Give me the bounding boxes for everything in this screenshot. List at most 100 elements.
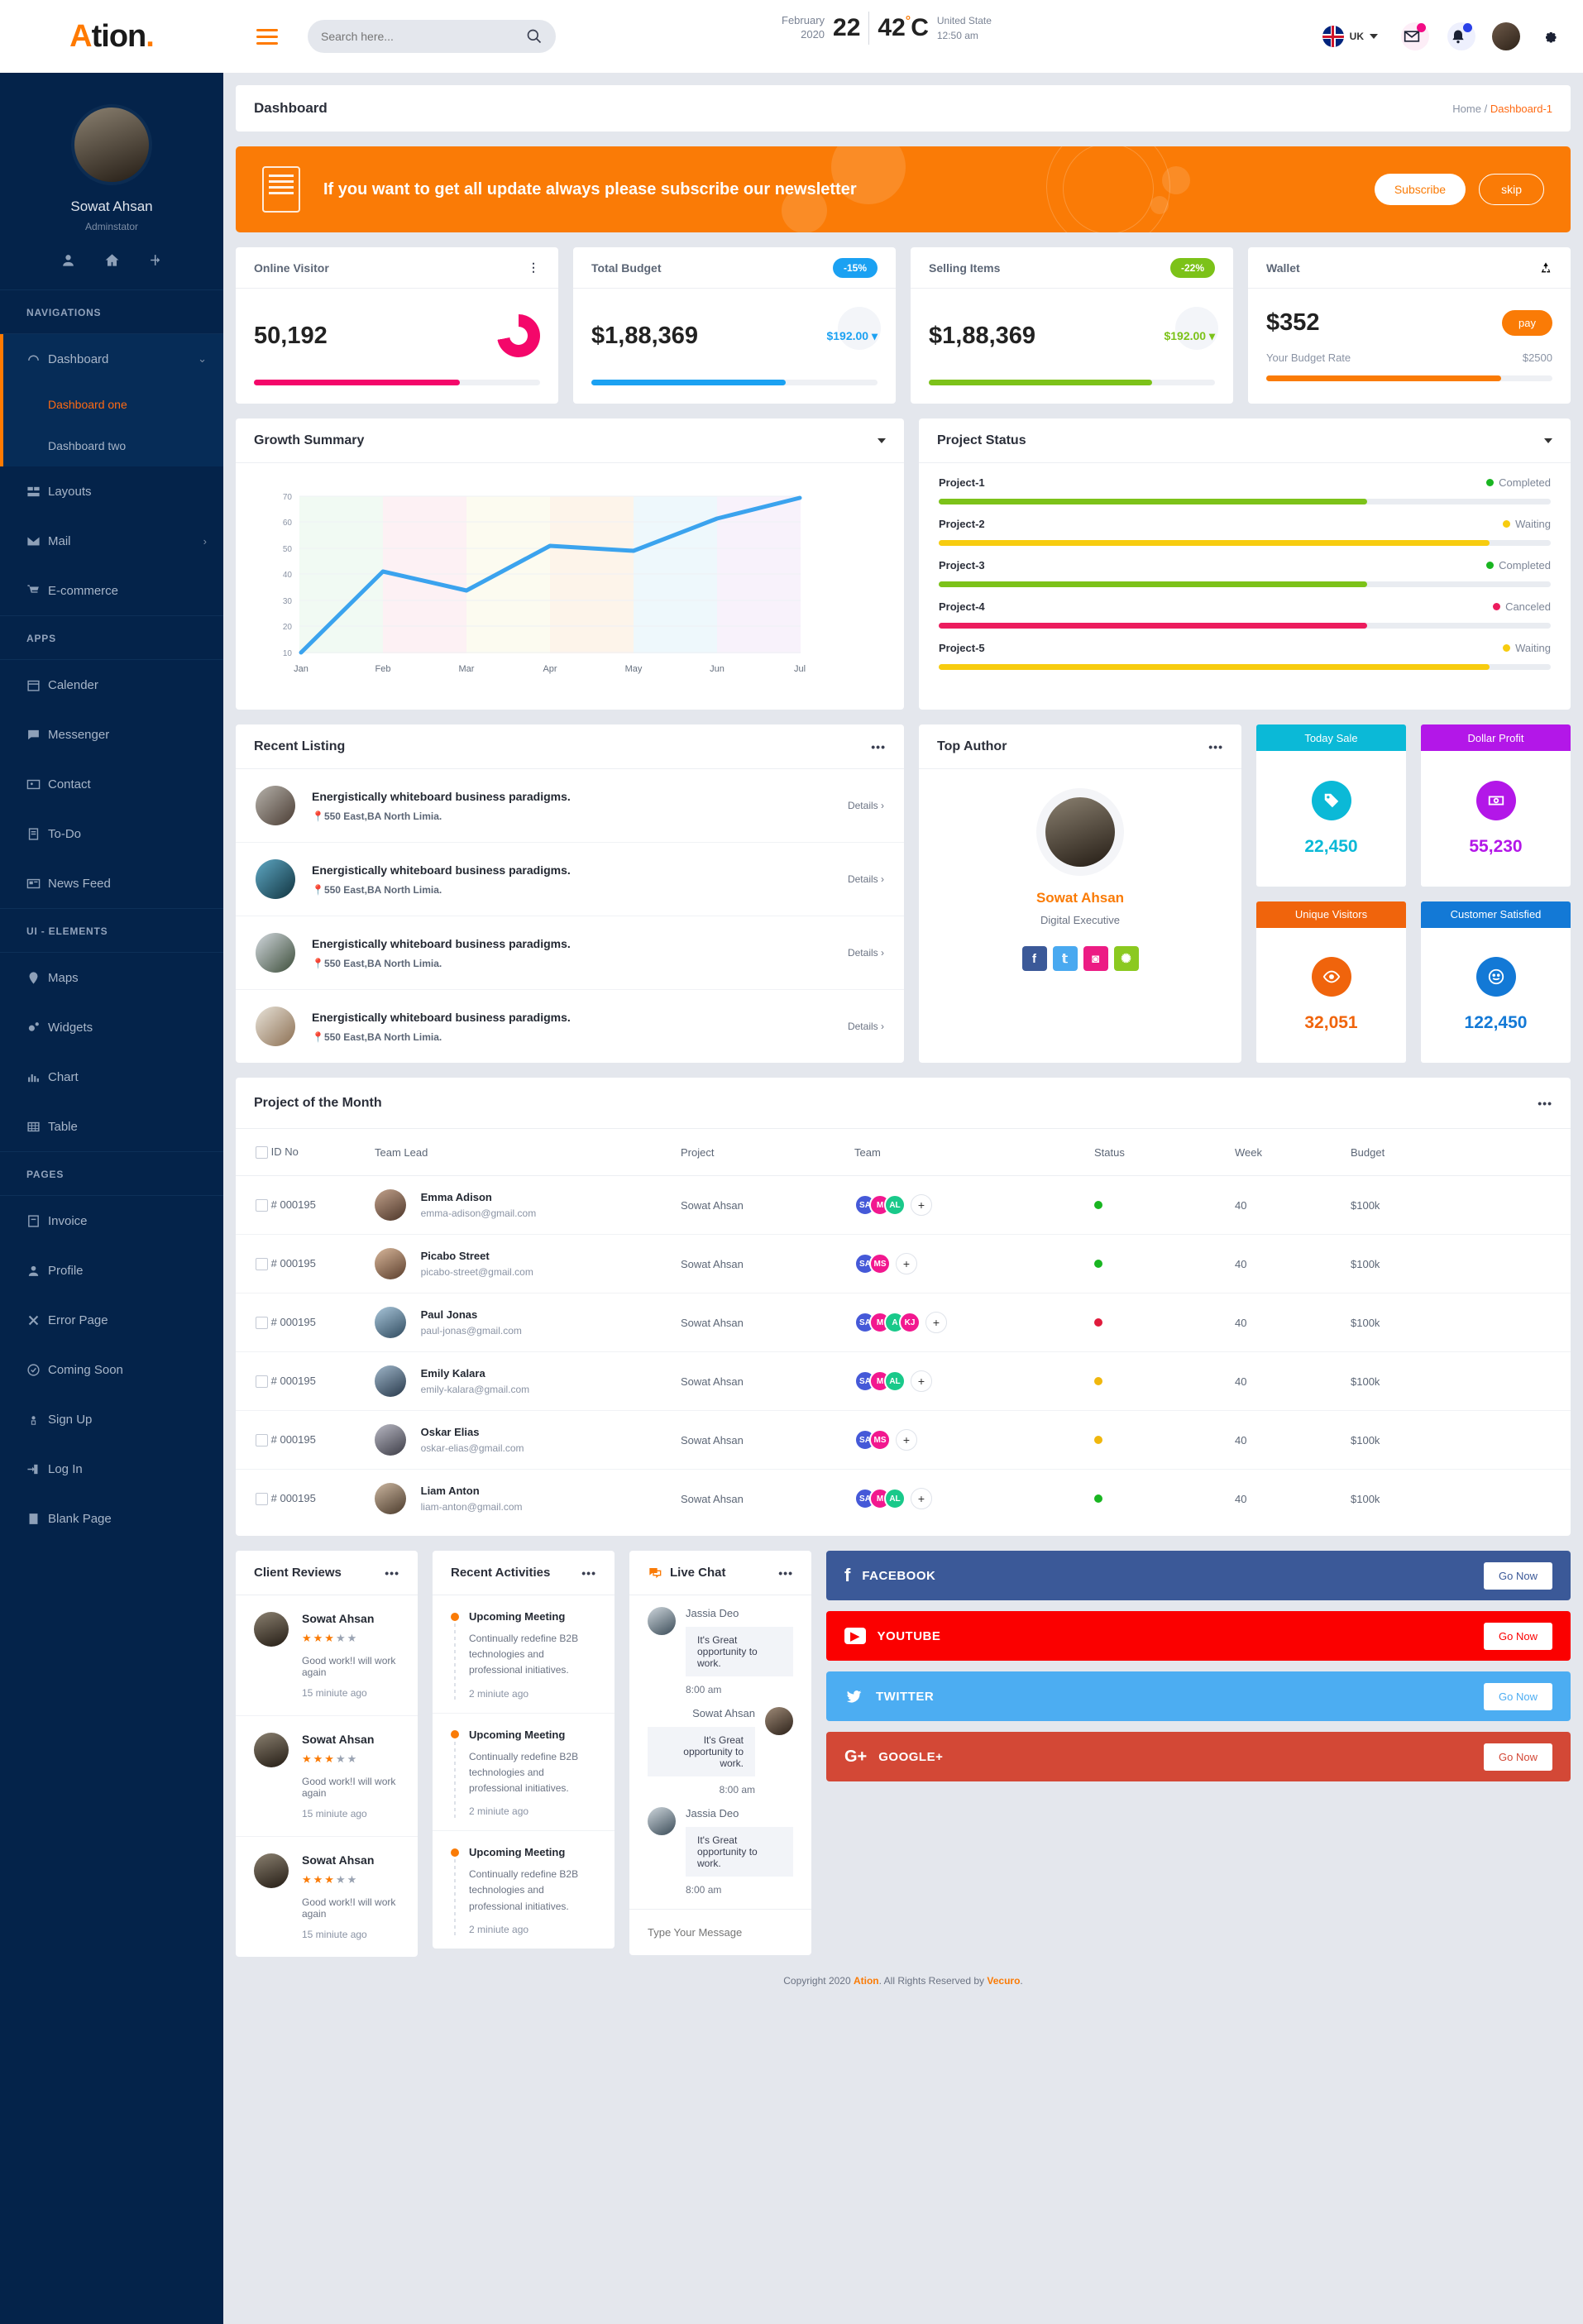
chat-message-input[interactable] <box>648 1926 793 1939</box>
sidebar-item-ecommerce[interactable]: E-commerce <box>0 566 223 615</box>
more-options-icon[interactable]: ••• <box>581 1566 596 1580</box>
skip-button[interactable]: skip <box>1479 174 1544 205</box>
stat-subvalue[interactable]: $192.00 ▾ <box>826 329 878 343</box>
sidebar-item-mail[interactable]: Mail › <box>0 516 223 566</box>
list-item[interactable]: Energistically whiteboard business parad… <box>236 916 904 990</box>
details-link[interactable]: Details › <box>848 873 884 885</box>
go-now-button[interactable]: Go Now <box>1484 1682 1552 1710</box>
chevron-down-icon[interactable] <box>1544 438 1552 443</box>
row-checkbox[interactable] <box>256 1493 268 1506</box>
row-checkbox[interactable] <box>256 1199 268 1212</box>
more-options-icon[interactable]: ••• <box>1208 740 1223 753</box>
sidebar-item-calender[interactable]: Calender <box>0 660 223 710</box>
facebook-icon[interactable]: f <box>1021 946 1047 971</box>
more-options-icon[interactable]: ••• <box>1538 1097 1552 1110</box>
search-input[interactable] <box>321 30 526 43</box>
team-member[interactable]: AL <box>884 1488 906 1510</box>
team-member[interactable]: AL <box>884 1194 906 1217</box>
chevron-down-icon[interactable] <box>1370 34 1378 39</box>
details-link[interactable]: Details › <box>848 1021 884 1032</box>
search-icon[interactable] <box>526 28 543 45</box>
add-team-member-button[interactable]: + <box>896 1429 917 1451</box>
avatar[interactable] <box>1045 797 1115 867</box>
user-icon[interactable] <box>60 252 76 268</box>
team-member[interactable]: MS <box>869 1253 891 1275</box>
instagram-icon[interactable]: ◙ <box>1083 946 1108 971</box>
table-row[interactable]: # 000195 Emily Kalara emily-kalara@gmail… <box>236 1351 1571 1412</box>
sidebar-item-profile[interactable]: Profile <box>0 1246 223 1295</box>
team-member[interactable]: MS <box>869 1429 891 1451</box>
sidebar-subitem-dashboard-one[interactable]: Dashboard one <box>0 384 223 425</box>
subscribe-button[interactable]: Subscribe <box>1374 174 1466 205</box>
table-row[interactable]: # 000195 Paul Jonas paul-jonas@gmail.com… <box>236 1293 1571 1353</box>
sidebar-item-log-in[interactable]: Log In <box>0 1444 223 1494</box>
add-team-member-button[interactable]: + <box>911 1370 932 1393</box>
more-options-icon[interactable]: ••• <box>778 1566 793 1580</box>
row-checkbox[interactable] <box>256 1317 268 1330</box>
sidebar-item-coming-soon[interactable]: Coming Soon <box>0 1345 223 1394</box>
social-bar-googleplus[interactable]: G+ GOOGLE+ Go Now <box>826 1732 1571 1782</box>
list-item[interactable]: Energistically whiteboard business parad… <box>236 843 904 916</box>
list-item[interactable]: Energistically whiteboard business parad… <box>236 990 904 1063</box>
table-row[interactable]: # 000195 Oskar Elias oskar-elias@gmail.c… <box>236 1410 1571 1470</box>
sidebar-item-blank-page[interactable]: Blank Page <box>0 1494 223 1543</box>
breadcrumb-home[interactable]: Home <box>1452 103 1481 115</box>
more-options-icon[interactable]: ••• <box>385 1566 399 1580</box>
social-bar-facebook[interactable]: f FACEBOOK Go Now <box>826 1551 1571 1601</box>
home-icon[interactable] <box>104 252 120 268</box>
table-row[interactable]: # 000195 Liam Anton liam-anton@gmail.com… <box>236 1470 1571 1528</box>
sidebar-subitem-dashboard-two[interactable]: Dashboard two <box>0 425 223 466</box>
menu-toggle-icon[interactable] <box>256 28 278 45</box>
details-link[interactable]: Details › <box>848 947 884 959</box>
add-team-member-button[interactable]: + <box>911 1488 932 1510</box>
more-options-icon[interactable]: ••• <box>871 740 886 753</box>
stat-subvalue[interactable]: $192.00 ▾ <box>1164 329 1215 343</box>
sidebar-item-chart[interactable]: Chart <box>0 1052 223 1102</box>
chevron-down-icon[interactable] <box>878 438 886 443</box>
avatar[interactable] <box>71 104 152 185</box>
twitter-icon[interactable]: 𝕥 <box>1052 946 1078 971</box>
gear-icon[interactable] <box>1542 28 1558 45</box>
sidebar-item-invoice[interactable]: Invoice <box>0 1196 223 1246</box>
table-row[interactable]: # 000195 Picabo Street picabo-street@gma… <box>236 1234 1571 1294</box>
sidebar-item-widgets[interactable]: Widgets <box>0 1002 223 1052</box>
team-member[interactable]: KJ <box>899 1312 921 1334</box>
pay-button[interactable]: pay <box>1502 309 1552 336</box>
logout-icon[interactable] <box>148 252 164 268</box>
team-member[interactable]: AL <box>884 1370 906 1393</box>
details-link[interactable]: Details › <box>848 800 884 811</box>
sidebar-item-dashboard[interactable]: Dashboard ⌄ <box>0 334 223 384</box>
messages-button[interactable] <box>1399 22 1429 50</box>
sidebar-item-error-page[interactable]: Error Page <box>0 1295 223 1345</box>
add-team-member-button[interactable]: + <box>911 1194 932 1217</box>
table-row[interactable]: # 000195 Emma Adison emma-adison@gmail.c… <box>236 1175 1571 1236</box>
notifications-button[interactable] <box>1446 22 1475 50</box>
sidebar-item-contact[interactable]: Contact <box>0 759 223 809</box>
row-checkbox[interactable] <box>256 1258 268 1271</box>
search-box[interactable] <box>308 20 556 53</box>
sidebar-item-sign-up[interactable]: Sign Up <box>0 1394 223 1444</box>
go-now-button[interactable]: Go Now <box>1484 1561 1552 1590</box>
sidebar-item-todo[interactable]: To-Do <box>0 809 223 858</box>
add-team-member-button[interactable]: + <box>925 1312 947 1334</box>
sidebar-item-news-feed[interactable]: News Feed <box>0 858 223 908</box>
row-checkbox[interactable] <box>256 1434 268 1447</box>
go-now-button[interactable]: Go Now <box>1484 1622 1552 1650</box>
language-selector[interactable]: UK <box>1322 26 1378 47</box>
add-team-member-button[interactable]: + <box>896 1253 917 1275</box>
app-logo[interactable]: Ation. <box>0 0 223 73</box>
sidebar-item-layouts[interactable]: Layouts <box>0 466 223 516</box>
list-item[interactable]: Energistically whiteboard business parad… <box>236 769 904 843</box>
sidebar-item-table[interactable]: Table <box>0 1102 223 1151</box>
user-avatar[interactable] <box>1492 22 1520 50</box>
dribbble-icon[interactable]: ✺ <box>1113 946 1139 971</box>
sidebar-item-messenger[interactable]: Messenger <box>0 710 223 759</box>
sidebar-item-maps[interactable]: Maps <box>0 953 223 1002</box>
row-checkbox[interactable] <box>256 1375 268 1389</box>
select-all-checkbox[interactable] <box>256 1146 268 1160</box>
recycle-icon[interactable] <box>1539 261 1552 275</box>
social-bar-twitter[interactable]: TWITTER Go Now <box>826 1671 1571 1722</box>
social-bar-youtube[interactable]: ▶ YOUTUBE Go Now <box>826 1611 1571 1662</box>
go-now-button[interactable]: Go Now <box>1484 1743 1552 1771</box>
more-options-icon[interactable]: ⋮ <box>528 261 540 275</box>
